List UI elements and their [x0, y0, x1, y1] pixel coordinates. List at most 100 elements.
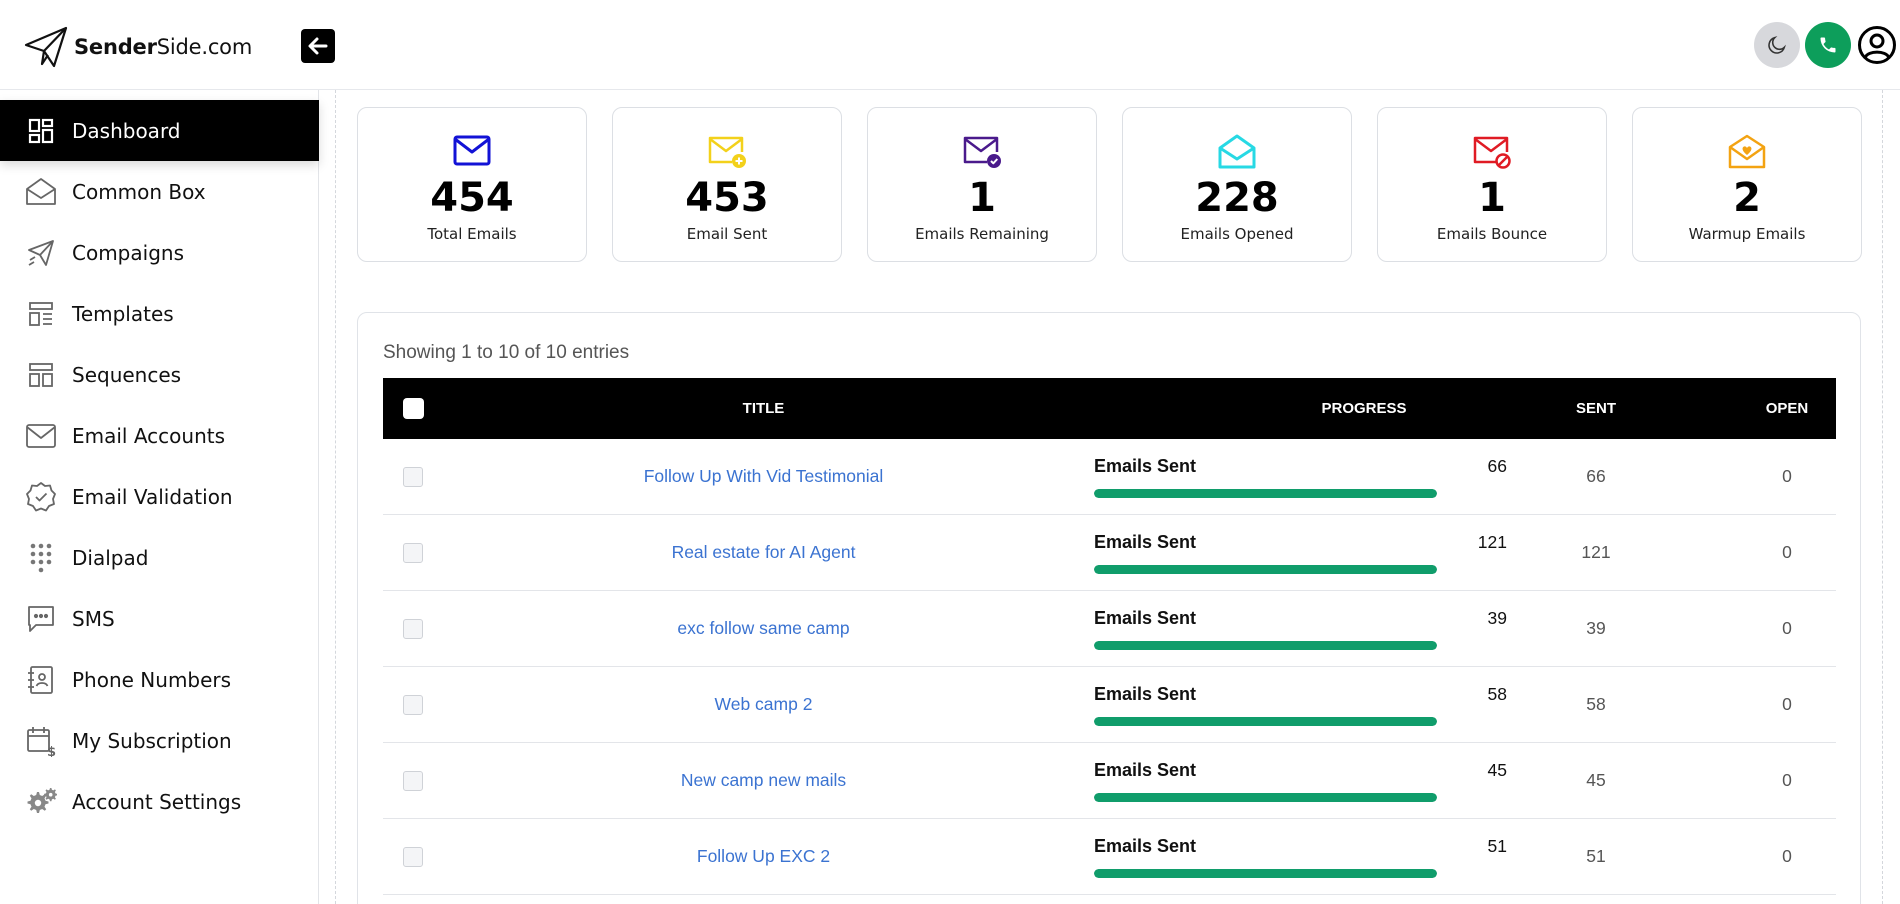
table-row: Follow Up With Vid Testimonial Emails Se… — [383, 439, 1836, 515]
table-row: New camp new mails Emails Sent 45 45 0 — [383, 743, 1836, 819]
sent-count: 66 — [1586, 466, 1606, 486]
profile-button[interactable] — [1856, 24, 1898, 66]
progress-bar — [1094, 565, 1437, 574]
campaign-title-link[interactable]: exc follow same camp — [383, 618, 1144, 639]
brand-name: SenderSide.com — [74, 35, 253, 59]
mail-plus-icon — [613, 134, 841, 174]
content-divider — [335, 90, 336, 904]
progress-label: Emails Sent — [1094, 608, 1197, 628]
progress-fill — [1094, 793, 1437, 802]
progress-bar — [1094, 641, 1437, 650]
paper-plane-icon — [24, 26, 68, 68]
sidebar-item-my-subscription[interactable]: $ My Subscription — [0, 710, 319, 771]
sidebar-item-sequences[interactable]: Sequences — [0, 344, 319, 405]
stat-value: 228 — [1195, 175, 1279, 221]
stat-card-emails-opened: 228 Emails Opened — [1122, 107, 1352, 262]
stat-card-emails-remaining: 1 Emails Remaining — [867, 107, 1097, 262]
stat-label: Emails Remaining — [915, 225, 1049, 243]
open-count: 0 — [1782, 542, 1792, 562]
svg-text:$: $ — [47, 745, 56, 757]
moon-icon — [1768, 36, 1786, 54]
entries-info: Showing 1 to 10 of 10 entries — [383, 342, 630, 363]
sidebar-item-label: Templates — [72, 301, 174, 326]
progress-label: Emails Sent — [1094, 532, 1197, 552]
column-header-title[interactable]: TITLE — [383, 378, 1144, 439]
sidebar-item-common-box[interactable]: Common Box — [0, 161, 319, 222]
sidebar-item-email-accounts[interactable]: Email Accounts — [0, 405, 319, 466]
badge-check-icon — [24, 480, 58, 514]
table-row: Web camp 2 Emails Sent 58 58 0 — [383, 667, 1836, 743]
stat-label: Warmup Emails — [1688, 225, 1806, 243]
sidebar-item-compaigns[interactable]: Compaigns — [0, 222, 319, 283]
open-count: 0 — [1782, 466, 1792, 486]
table-row: Real estate for AI Agent Emails Sent 121… — [383, 515, 1836, 591]
mail-blocked-icon — [1378, 134, 1606, 174]
progress-label: Emails Sent — [1094, 684, 1197, 704]
open-count: 0 — [1782, 618, 1792, 638]
progress-fill — [1094, 869, 1437, 878]
sent-count: 39 — [1586, 618, 1606, 638]
campaign-title-link[interactable]: New camp new mails — [383, 770, 1144, 791]
mail-check-icon — [868, 134, 1096, 174]
content-divider — [1882, 90, 1883, 904]
progress-value: 39 — [1487, 608, 1507, 628]
table-header: TITLE PROGRESS SENT OPEN — [383, 378, 1836, 439]
progress-bar — [1094, 489, 1437, 498]
sidebar-item-account-settings[interactable]: Account Settings — [0, 771, 319, 832]
template-icon — [24, 297, 58, 331]
progress-value: 45 — [1487, 760, 1507, 780]
column-header-progress[interactable]: PROGRESS — [1144, 378, 1584, 439]
column-header-sent[interactable]: SENT — [1546, 378, 1646, 439]
sidebar-item-dialpad[interactable]: Dialpad — [0, 527, 319, 588]
sidebar-item-email-validation[interactable]: Email Validation — [0, 466, 319, 527]
progress-fill — [1094, 565, 1437, 574]
sidebar-item-label: Email Validation — [72, 484, 233, 509]
campaign-title-link[interactable]: Web camp 2 — [383, 694, 1144, 715]
sms-icon — [24, 602, 58, 636]
progress-label: Emails Sent — [1094, 456, 1197, 476]
column-header-open[interactable]: OPEN — [1737, 378, 1837, 439]
sidebar-item-phone-numbers[interactable]: Phone Numbers — [0, 649, 319, 710]
stat-card-email-sent: 453 Email Sent — [612, 107, 842, 262]
stat-value: 1 — [1478, 175, 1506, 221]
stat-label: Total Emails — [427, 225, 517, 243]
mail-heart-icon — [1633, 134, 1861, 174]
collapse-sidebar-button[interactable] — [301, 29, 335, 63]
mail-icon — [24, 419, 58, 453]
progress-label: Emails Sent — [1094, 760, 1197, 780]
sidebar-item-dashboard[interactable]: Dashboard — [0, 100, 319, 161]
open-count: 0 — [1782, 694, 1792, 714]
progress-label: Emails Sent — [1094, 836, 1197, 856]
progress-bar — [1094, 869, 1437, 878]
stat-value: 454 — [430, 175, 514, 221]
progress-value: 51 — [1487, 836, 1507, 856]
sent-count: 45 — [1586, 770, 1606, 790]
contact-card-icon — [24, 663, 58, 697]
sidebar-item-label: Account Settings — [72, 789, 242, 814]
dark-mode-toggle[interactable] — [1754, 22, 1800, 68]
progress-fill — [1094, 717, 1437, 726]
call-button[interactable] — [1805, 22, 1851, 68]
sidebar-item-templates[interactable]: Templates — [0, 283, 319, 344]
mail-open-icon — [1123, 134, 1351, 174]
sent-count: 58 — [1586, 694, 1606, 714]
sidebar-item-label: Compaigns — [72, 240, 184, 265]
stat-label: Emails Opened — [1180, 225, 1294, 243]
campaign-title-link[interactable]: Follow Up EXC 2 — [383, 846, 1144, 867]
sidebar-item-sms[interactable]: SMS — [0, 588, 319, 649]
mail-icon — [358, 134, 586, 174]
campaign-title-link[interactable]: Real estate for AI Agent — [383, 542, 1144, 563]
campaign-title-link[interactable]: Follow Up With Vid Testimonial — [383, 466, 1144, 487]
open-count: 0 — [1782, 846, 1792, 866]
sequence-icon — [24, 358, 58, 392]
dialpad-icon — [24, 541, 58, 575]
sidebar: Dashboard Common Box Compaigns Templates — [0, 90, 319, 904]
inbox-icon — [24, 175, 58, 209]
calendar-dollar-icon: $ — [24, 724, 58, 758]
sidebar-item-label: Phone Numbers — [72, 667, 232, 692]
progress-fill — [1094, 641, 1437, 650]
progress-bar — [1094, 717, 1437, 726]
brand-logo[interactable]: SenderSide.com — [24, 26, 252, 68]
sidebar-item-label: Dialpad — [72, 545, 149, 570]
stat-card-total-emails: 454 Total Emails — [357, 107, 587, 262]
